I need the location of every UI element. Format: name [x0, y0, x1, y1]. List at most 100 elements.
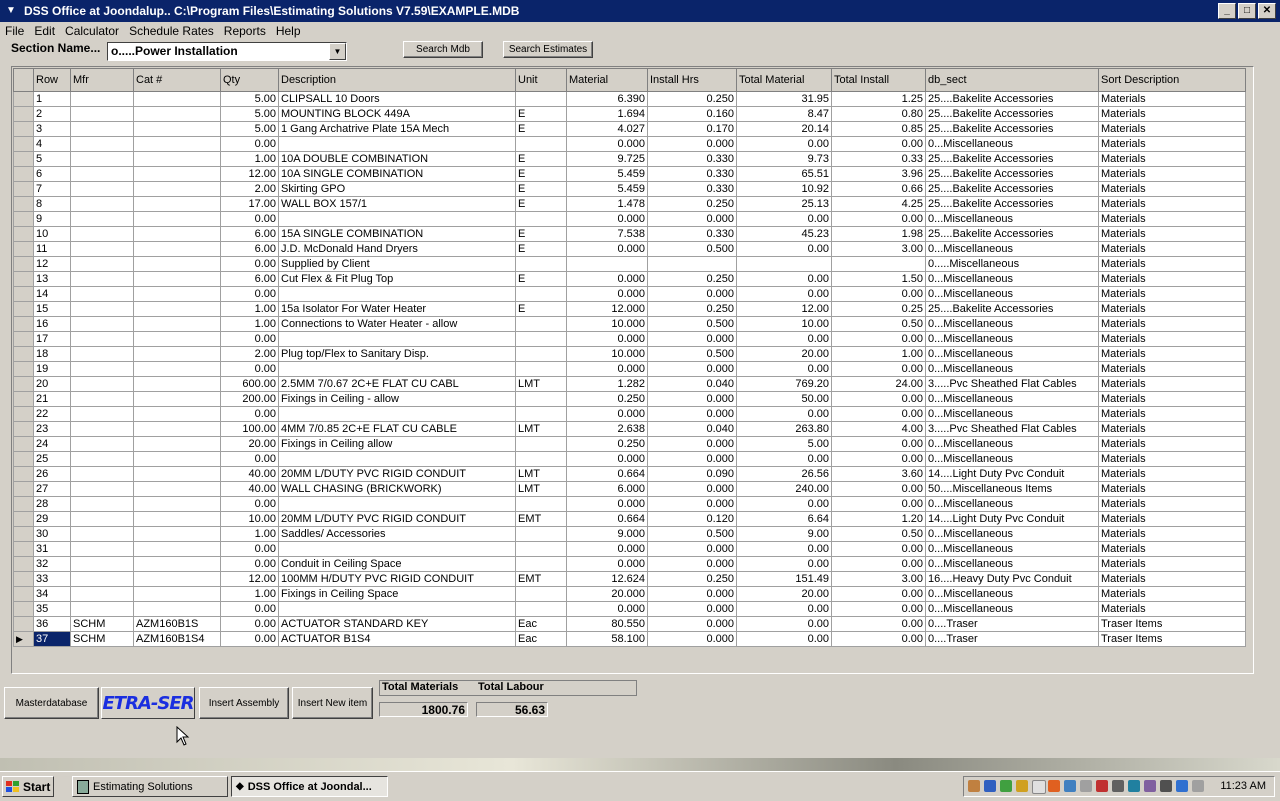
table-row[interactable]: 8 17.00 WALL BOX 157/1 E 1.478 0.250 25.13 4.25… [13, 196, 1246, 212]
cell-mfr[interactable] [70, 361, 134, 377]
minimize-button[interactable]: _ [1218, 3, 1236, 19]
table-row[interactable]: 23 100.00 4MM 7/0.85 2C+E FLAT CU CABLE LMT… [13, 421, 1246, 437]
cell-qty[interactable]: 6.00 [220, 241, 279, 257]
cell-material[interactable]: 0.000 [566, 601, 648, 617]
table-row[interactable]: 25 0.00 0.000 0.000 0.00 0.00 0...Miscellaneou… [13, 451, 1246, 467]
cell-cat[interactable] [133, 121, 221, 137]
cell-total-material[interactable]: 9.73 [736, 151, 832, 167]
cell-total-material[interactable]: 25.13 [736, 196, 832, 212]
cell-mfr[interactable] [70, 316, 134, 332]
cell-mfr[interactable] [70, 166, 134, 182]
cell-cat[interactable] [133, 421, 221, 437]
row-selector[interactable] [13, 436, 34, 452]
cell-cat[interactable] [133, 166, 221, 182]
cell-total-install[interactable]: 4.00 [831, 421, 926, 437]
cell-material[interactable]: 9.000 [566, 526, 648, 542]
menu-reports[interactable]: Reports [219, 24, 271, 38]
cell-cat[interactable] [133, 556, 221, 572]
cell-total-material[interactable]: 0.00 [736, 541, 832, 557]
cell-material[interactable]: 0.664 [566, 466, 648, 482]
table-row[interactable]: 29 10.00 20MM L/DUTY PVC RIGID CONDUIT EMT 0… [13, 511, 1246, 527]
table-row[interactable]: 20 600.00 2.5MM 7/0.67 2C+E FLAT CU CABL LM… [13, 376, 1246, 392]
cell-cat[interactable] [133, 481, 221, 497]
cell-install-hrs[interactable]: 0.250 [647, 271, 737, 287]
row-selector[interactable] [13, 391, 34, 407]
cell-mfr[interactable] [70, 451, 134, 467]
table-row[interactable]: 2 5.00 MOUNTING BLOCK 449A E 1.694 0.160 8.47 0… [13, 106, 1246, 122]
cell-total-install[interactable] [831, 256, 926, 272]
row-selector[interactable] [13, 496, 34, 512]
cell-qty[interactable]: 0.00 [220, 286, 279, 302]
cell-db-sect[interactable]: 50....Miscellaneous Items [925, 481, 1099, 497]
cell-install-hrs[interactable]: 0.250 [647, 196, 737, 212]
network-icon[interactable] [1064, 780, 1076, 792]
cell-material[interactable]: 2.638 [566, 421, 648, 437]
cell-total-install[interactable]: 0.00 [831, 631, 926, 647]
cell-description[interactable]: ACTUATOR B1S4 [278, 631, 516, 647]
cell-material[interactable]: 0.000 [566, 136, 648, 152]
table-row[interactable]: 4 0.00 0.000 0.000 0.00 0.00 0...Miscellaneous… [13, 136, 1246, 152]
cell-total-install[interactable]: 0.00 [831, 601, 926, 617]
cell-qty[interactable]: 0.00 [220, 136, 279, 152]
cell-qty[interactable]: 0.00 [220, 541, 279, 557]
cell-total-install[interactable]: 3.96 [831, 166, 926, 182]
cell-db-sect[interactable]: 0.....Miscellaneous [925, 256, 1099, 272]
row-selector[interactable] [13, 241, 34, 257]
cell-qty[interactable]: 0.00 [220, 601, 279, 617]
cell-description[interactable]: 100MM H/DUTY PVC RIGID CONDUIT [278, 571, 516, 587]
cell-qty[interactable]: 6.00 [220, 271, 279, 287]
cell-material[interactable]: 1.694 [566, 106, 648, 122]
cell-mfr[interactable] [70, 196, 134, 212]
table-row[interactable]: 35 0.00 0.000 0.000 0.00 0.00 0...Miscellaneou… [13, 601, 1246, 617]
col-header-unit[interactable]: Unit [515, 68, 567, 92]
cell-unit[interactable] [515, 256, 567, 272]
table-row[interactable]: 21 200.00 Fixings in Ceiling - allow 0.250 0… [13, 391, 1246, 407]
cell-db-sect[interactable]: 16....Heavy Duty Pvc Conduit [925, 571, 1099, 587]
cell-db-sect[interactable]: 0...Miscellaneous [925, 391, 1099, 407]
cell-mfr[interactable] [70, 346, 134, 362]
cell-db-sect[interactable]: 0...Miscellaneous [925, 556, 1099, 572]
cell-total-material[interactable]: 0.00 [736, 496, 832, 512]
cell-install-hrs[interactable]: 0.250 [647, 91, 737, 107]
cell-qty[interactable]: 1.00 [220, 316, 279, 332]
cell-description[interactable]: Supplied by Client [278, 256, 516, 272]
cell-install-hrs[interactable]: 0.000 [647, 496, 737, 512]
table-row[interactable]: 14 0.00 0.000 0.000 0.00 0.00 0...Miscellaneou… [13, 286, 1246, 302]
cell-row[interactable]: 10 [33, 226, 71, 242]
cell-db-sect[interactable]: 0...Miscellaneous [925, 406, 1099, 422]
cell-description[interactable]: Saddles/ Accessories [278, 526, 516, 542]
cell-mfr[interactable] [70, 391, 134, 407]
cell-material[interactable] [566, 256, 648, 272]
cell-total-install[interactable]: 3.60 [831, 466, 926, 482]
cell-cat[interactable] [133, 361, 221, 377]
cell-row[interactable]: 30 [33, 526, 71, 542]
cell-row[interactable]: 24 [33, 436, 71, 452]
row-selector[interactable] [13, 181, 34, 197]
cell-cat[interactable] [133, 226, 221, 242]
row-selector[interactable] [13, 376, 34, 392]
cell-total-install[interactable]: 0.00 [831, 391, 926, 407]
cell-qty[interactable]: 0.00 [220, 556, 279, 572]
cell-db-sect[interactable]: 0...Miscellaneous [925, 361, 1099, 377]
cell-description[interactable]: Fixings in Ceiling - allow [278, 391, 516, 407]
cell-sort-description[interactable]: Materials [1098, 286, 1246, 302]
cell-sort-description[interactable]: Materials [1098, 331, 1246, 347]
cell-total-install[interactable]: 4.25 [831, 196, 926, 212]
cell-mfr[interactable] [70, 241, 134, 257]
cell-cat[interactable] [133, 196, 221, 212]
cell-install-hrs[interactable]: 0.000 [647, 481, 737, 497]
cell-total-install[interactable]: 0.00 [831, 286, 926, 302]
cell-qty[interactable]: 6.00 [220, 226, 279, 242]
cell-row[interactable]: 18 [33, 346, 71, 362]
cell-install-hrs[interactable]: 0.000 [647, 436, 737, 452]
menu-help[interactable]: Help [271, 24, 306, 38]
cell-total-install[interactable]: 0.66 [831, 181, 926, 197]
col-header-install-hrs[interactable]: Install Hrs [647, 68, 737, 92]
cell-total-material[interactable]: 0.00 [736, 271, 832, 287]
table-row[interactable]: ▶ 37 SCHM AZM160B1S4 0.00 ACTUATOR B1S4 Eac 58.… [13, 631, 1246, 647]
cell-material[interactable]: 80.550 [566, 616, 648, 632]
tray-icon[interactable] [1032, 780, 1046, 794]
cell-mfr[interactable] [70, 256, 134, 272]
cell-unit[interactable] [515, 526, 567, 542]
cell-install-hrs[interactable]: 0.040 [647, 376, 737, 392]
